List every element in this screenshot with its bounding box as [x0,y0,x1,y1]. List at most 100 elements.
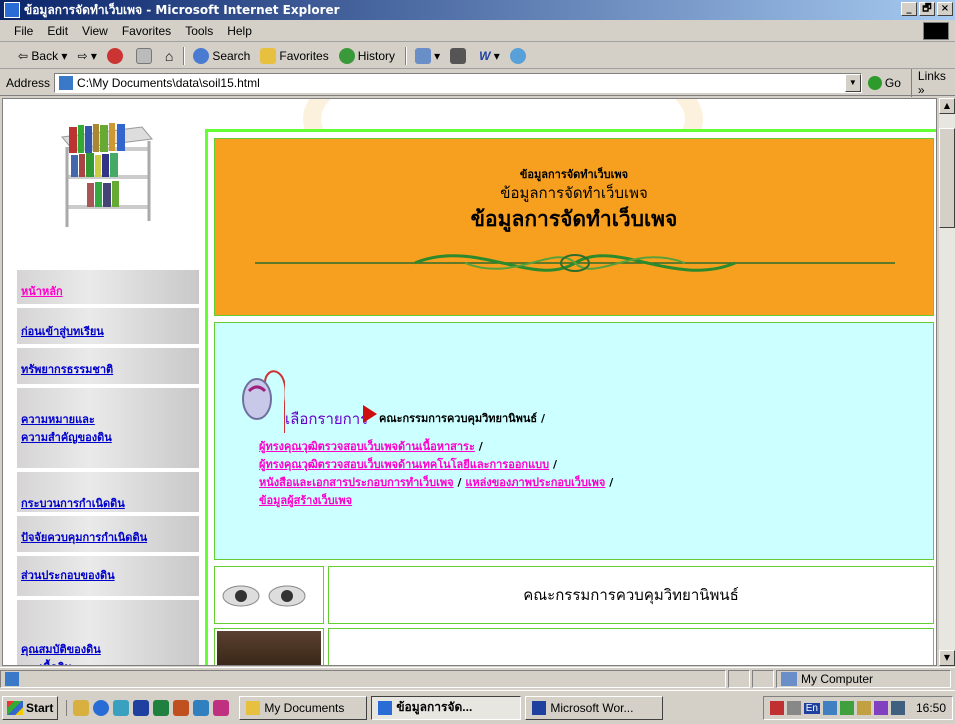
sidebar-item-label[interactable]: กระบวนการกำเนิดดิน [17,494,199,512]
menu-link-books[interactable]: หนังสือและเอกสารประกอบการทำเว็บเพจ [259,476,454,489]
start-button[interactable]: Start [2,695,59,720]
status-pane [752,669,774,688]
address-value[interactable]: C:\My Documents\data\soil15.html [77,76,260,90]
menu-panel: เลือกรายการ คณะกรรมการควบคุมวิทยานิพนธ์ … [214,322,934,560]
menu-link-image-sources[interactable]: แหล่งของภาพประกอบเว็บเพจ [465,476,605,489]
toolbar-separator [405,46,408,65]
soil-photo [217,631,321,665]
sidebar-item-label[interactable]: ก่อนเข้าสู่บทเรียน [17,322,199,340]
search-button[interactable]: Search [193,47,250,64]
sidebar-item-label[interactable]: ทรัพยากรธรรมชาติ [17,360,199,378]
sidebar-item-intro[interactable]: ก่อนเข้าสู่บทเรียน [17,308,199,344]
frontpage-quick-icon[interactable] [193,699,210,716]
minimize-button[interactable]: _ [901,2,917,16]
status-text-pane [0,669,726,688]
sidebar-item-formation[interactable]: กระบวนการกำเนิดดิน [17,472,199,512]
tray-app-icon[interactable] [856,701,871,715]
title-bar[interactable]: ข้อมูลการจัดทำเว็บเพจ - Microsoft Intern… [0,0,955,20]
volume-icon[interactable] [786,701,801,715]
scroll-up-icon[interactable]: ▲ [939,98,955,114]
print-button[interactable] [450,47,469,64]
back-label: Back [31,48,59,63]
edit-word-button[interactable]: W ▾ [479,49,500,63]
bookshelf-image [47,117,167,237]
media-quick-icon[interactable] [213,699,230,716]
tray-app-icon[interactable] [873,701,888,715]
favorites-button[interactable]: Favorites [260,47,329,64]
go-button[interactable]: Go [867,75,901,90]
ie-app-icon[interactable] [4,2,20,18]
link-separator: / [474,440,483,453]
menu-help[interactable]: Help [227,24,252,38]
task-label: My Documents [264,700,345,715]
sidebar-item-label[interactable]: คุณสมบัติของดิน [17,640,199,658]
menu-link-content-expert[interactable]: ผู้ทรงคุณวุฒิตรวจสอบเว็บเพจด้านเนื้อหาสา… [259,440,475,453]
home-button[interactable]: ⌂ [165,48,173,64]
task-word[interactable]: Microsoft Wor... [525,695,664,720]
toolbar-separator [183,46,186,65]
sidebar-item-label[interactable]: ส่วนประกอบของดิน [17,566,199,584]
stop-button[interactable] [106,47,126,64]
antivirus-icon[interactable] [769,701,784,715]
messenger-icon [509,47,526,64]
menu-edit[interactable]: Edit [47,24,68,38]
menu-file[interactable]: File [14,24,33,38]
windows-logo-icon [923,22,949,40]
address-input[interactable]: C:\My Documents\data\soil15.html ▼ [54,72,862,93]
sidebar-item-components[interactable]: ส่วนประกอบของดิน [17,556,199,596]
sidebar-item-resources[interactable]: ทรัพยากรธรรมชาติ [17,348,199,384]
back-button[interactable]: ⇦ Back ▾ [18,49,67,63]
links-button[interactable]: Links » [910,68,955,97]
link-separator: / [549,458,558,471]
zone-label: My Computer [801,671,874,686]
current-item: คณะกรรมการควบคุมวิทยานิพนธ์ / [379,412,545,425]
outlook-icon[interactable] [113,699,130,716]
ie-icon[interactable] [93,699,110,716]
refresh-icon [135,47,152,64]
menu-link-tech-expert[interactable]: ผู้ทรงคุณวุฒิตรวจสอบเว็บเพจด้านเทคโนโลยี… [259,458,549,471]
back-dropdown-icon[interactable]: ▾ [58,49,67,63]
section-title: คณะกรรมการควบคุมวิทยานิพนธ์ [523,586,739,604]
page-viewport[interactable]: หน้าหลัก ก่อนเข้าสู่บทเรียน ทรัพยากรธรรม… [2,98,937,666]
close-button[interactable]: × [937,2,953,16]
history-button[interactable]: History [338,47,395,64]
task-ie-page[interactable]: ข้อมูลการจัด... [371,695,522,720]
network-icon[interactable] [890,701,905,715]
menu-link-author[interactable]: ข้อมูลผู้สร้างเว็บเพจ [259,494,352,507]
link-separator: / [605,476,614,489]
forward-button[interactable]: ⇨ ▾ [77,49,96,63]
menu-view[interactable]: View [82,24,108,38]
sidebar-item-factors[interactable]: ปัจจัยควบคุมการกำเนิดดิน [17,516,199,552]
task-my-documents[interactable]: My Documents [239,695,368,720]
language-indicator[interactable]: En [803,702,820,714]
sidebar-item-label[interactable]: หน้าหลัก [17,282,199,300]
sidebar-item-label-2[interactable]: - เนื้อดิน [17,658,199,665]
menu-tools[interactable]: Tools [185,24,213,38]
sidebar-item-meaning[interactable]: ความหมายและ ความสำคัญของดิน [17,388,199,468]
go-arrow-icon [867,75,882,90]
scroll-thumb[interactable] [939,128,955,228]
powerpoint-quick-icon[interactable] [173,699,190,716]
sidebar-item-label[interactable]: ความหมายและ [17,410,199,428]
word-quick-icon[interactable] [133,699,150,716]
excel-quick-icon[interactable] [153,699,170,716]
clock[interactable]: 16:50 [916,701,946,715]
tray-app-icon[interactable] [839,701,854,715]
menu-favorites[interactable]: Favorites [122,24,171,38]
maximize-button[interactable]: 🗗 [919,2,935,16]
messenger-button[interactable] [509,47,529,64]
sidebar-item-label-2[interactable]: ความสำคัญของดิน [17,428,199,446]
mail-icon [415,47,432,64]
desktop-icon[interactable] [73,699,90,716]
refresh-button[interactable] [135,47,155,64]
sidebar-item-home[interactable]: หน้าหลัก [17,270,199,304]
mail-button[interactable]: ▾ [415,47,440,64]
content-cell [328,628,934,665]
address-dropdown-icon[interactable]: ▼ [844,73,861,92]
sidebar-item-label[interactable]: ปัจจัยควบคุมการกำเนิดดิน [17,528,199,546]
forward-arrow-icon: ⇨ ▾ [77,48,97,63]
vertical-scrollbar[interactable]: ▲ ▼ [939,98,955,666]
tray-app-icon[interactable] [822,701,837,715]
scroll-down-icon[interactable]: ▼ [939,650,955,666]
sidebar-item-properties[interactable]: คุณสมบัติของดิน - เนื้อดิน [17,600,199,665]
